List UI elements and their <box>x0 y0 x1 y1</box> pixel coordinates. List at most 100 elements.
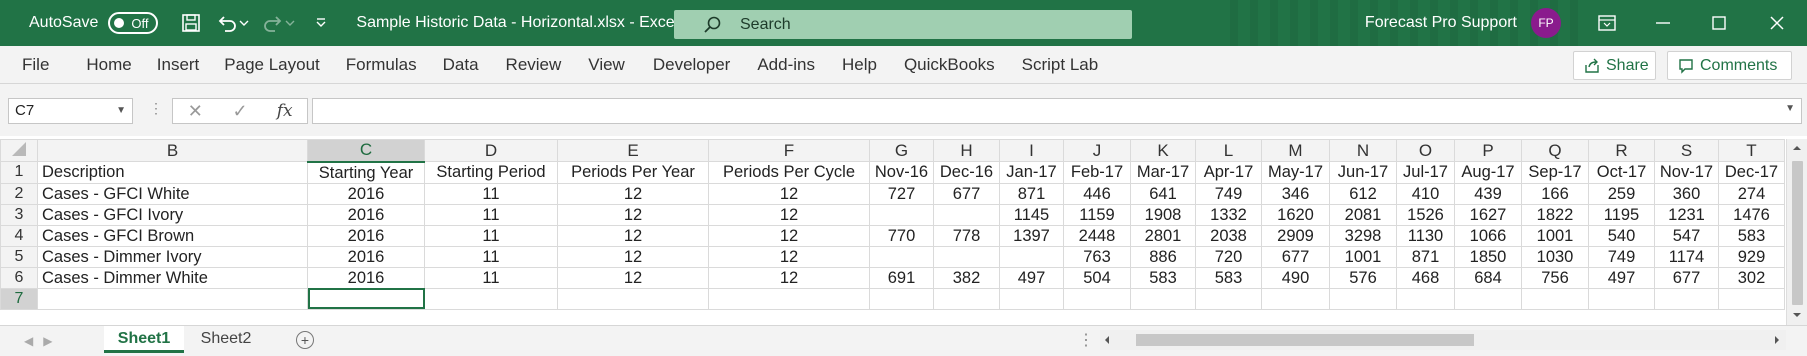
row-header[interactable]: 2 <box>0 182 38 205</box>
tab-view[interactable]: View <box>588 55 625 75</box>
cell[interactable]: 1130 <box>1396 224 1455 247</box>
column-header[interactable]: S <box>1654 139 1719 162</box>
cell[interactable]: Periods Per Cycle <box>708 161 870 184</box>
save-icon[interactable] <box>180 12 202 34</box>
undo-dropdown-icon[interactable] <box>238 12 250 34</box>
cell[interactable] <box>1454 287 1522 310</box>
column-header[interactable]: R <box>1588 139 1655 162</box>
cell[interactable] <box>424 287 558 310</box>
cell[interactable]: 1001 <box>1521 224 1589 247</box>
tab-formulas[interactable]: Formulas <box>346 55 417 75</box>
undo-icon[interactable] <box>216 12 238 34</box>
cell[interactable]: 540 <box>1588 224 1655 247</box>
cell[interactable]: 1066 <box>1454 224 1522 247</box>
cell[interactable]: 1332 <box>1195 203 1262 226</box>
row-header[interactable]: 1 <box>0 161 38 184</box>
cell[interactable] <box>1063 287 1131 310</box>
cell[interactable]: 871 <box>999 182 1064 205</box>
cell[interactable]: Oct-17 <box>1588 161 1655 184</box>
expand-formula-bar-icon[interactable]: ▼ <box>1785 103 1795 114</box>
cell[interactable] <box>1329 287 1397 310</box>
user-name[interactable]: Forecast Pro Support <box>1365 14 1517 32</box>
cell[interactable]: 360 <box>1654 182 1719 205</box>
ribbon-display-options-icon[interactable] <box>1579 0 1635 46</box>
cell[interactable]: 547 <box>1654 224 1719 247</box>
cell[interactable]: Aug-17 <box>1454 161 1522 184</box>
cell[interactable]: 1627 <box>1454 203 1522 226</box>
cell[interactable]: 11 <box>424 245 558 268</box>
cell[interactable]: 2038 <box>1195 224 1262 247</box>
cell[interactable]: 302 <box>1718 266 1785 289</box>
column-header[interactable]: L <box>1195 139 1262 162</box>
cell[interactable] <box>869 203 934 226</box>
cell[interactable] <box>933 245 1000 268</box>
split-handle-icon[interactable]: ⋮ <box>1078 330 1094 350</box>
scroll-up-icon[interactable] <box>1792 144 1802 152</box>
horizontal-scrollbar[interactable] <box>1100 330 1786 350</box>
cell[interactable]: Starting Year <box>307 161 425 184</box>
cell[interactable]: 2016 <box>307 245 425 268</box>
cell[interactable]: Cases - GFCI White <box>37 182 308 205</box>
cell[interactable]: Description <box>37 161 308 184</box>
autosave-toggle[interactable]: Off <box>108 12 159 34</box>
cell[interactable]: 1476 <box>1718 203 1785 226</box>
cell[interactable]: 490 <box>1261 266 1330 289</box>
add-sheet-icon[interactable]: + <box>296 331 314 349</box>
cell[interactable]: 583 <box>1130 266 1196 289</box>
cell[interactable]: 12 <box>708 182 870 205</box>
cell[interactable]: 749 <box>1588 245 1655 268</box>
cell[interactable]: 583 <box>1718 224 1785 247</box>
cell[interactable]: Sep-17 <box>1521 161 1589 184</box>
cell[interactable] <box>37 287 308 310</box>
cell[interactable] <box>1654 287 1719 310</box>
select-all-corner[interactable] <box>0 139 38 162</box>
cell[interactable]: 2909 <box>1261 224 1330 247</box>
tab-developer[interactable]: Developer <box>653 55 731 75</box>
cell[interactable]: Jul-17 <box>1396 161 1455 184</box>
cancel-icon[interactable]: ✕ <box>173 101 218 122</box>
cell[interactable]: 677 <box>1261 245 1330 268</box>
cell[interactable]: 166 <box>1521 182 1589 205</box>
cell[interactable]: 2016 <box>307 203 425 226</box>
cell[interactable]: 1030 <box>1521 245 1589 268</box>
cell[interactable] <box>933 203 1000 226</box>
cell[interactable]: 12 <box>557 182 709 205</box>
column-header[interactable]: M <box>1261 139 1330 162</box>
cell[interactable] <box>1261 287 1330 310</box>
cell[interactable]: 2081 <box>1329 203 1397 226</box>
worksheet-table[interactable]: BCDEFGHIJKLMNOPQRST 1 Description Starting… <box>0 139 1785 310</box>
cell[interactable]: 2016 <box>307 224 425 247</box>
cell[interactable] <box>1130 287 1196 310</box>
column-header[interactable]: J <box>1063 139 1131 162</box>
row-header[interactable]: 3 <box>0 203 38 226</box>
column-header[interactable]: Q <box>1521 139 1589 162</box>
cell[interactable]: 346 <box>1261 182 1330 205</box>
row-header[interactable]: 6 <box>0 266 38 289</box>
cell[interactable]: 439 <box>1454 182 1522 205</box>
cell[interactable] <box>869 287 934 310</box>
vertical-scrollbar[interactable] <box>1786 139 1807 325</box>
row-header[interactable]: 7 <box>0 287 38 310</box>
formula-input[interactable]: ▼ <box>312 98 1802 124</box>
column-header[interactable]: H <box>933 139 1000 162</box>
cell[interactable]: 2801 <box>1130 224 1196 247</box>
cell[interactable] <box>933 287 1000 310</box>
cell[interactable]: 886 <box>1130 245 1196 268</box>
column-header[interactable]: F <box>708 139 870 162</box>
horizontal-scroll-thumb[interactable] <box>1136 334 1474 346</box>
cell[interactable]: Nov-17 <box>1654 161 1719 184</box>
cell[interactable]: 410 <box>1396 182 1455 205</box>
cell[interactable] <box>999 287 1064 310</box>
cell[interactable]: 727 <box>869 182 934 205</box>
column-header[interactable]: D <box>424 139 558 162</box>
cell[interactable]: 763 <box>1063 245 1131 268</box>
cell[interactable]: Apr-17 <box>1195 161 1262 184</box>
search-box[interactable]: Search <box>674 10 1132 39</box>
cell[interactable]: 677 <box>1654 266 1719 289</box>
cell[interactable]: 641 <box>1130 182 1196 205</box>
cell[interactable] <box>708 287 870 310</box>
cell[interactable]: 504 <box>1063 266 1131 289</box>
cell[interactable]: 756 <box>1521 266 1589 289</box>
cell[interactable]: 770 <box>869 224 934 247</box>
cell[interactable]: Nov-16 <box>869 161 934 184</box>
